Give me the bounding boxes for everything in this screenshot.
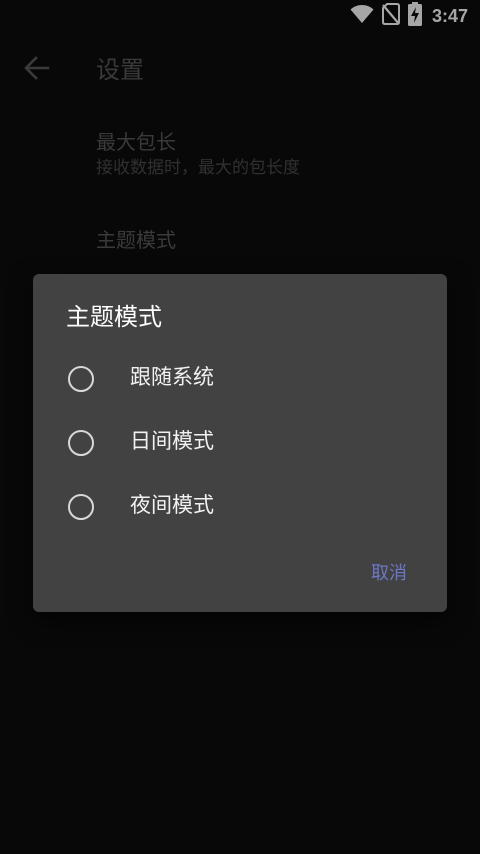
theme-mode-dialog: 主题模式 跟随系统 日间模式 夜间模式 取消 bbox=[33, 274, 447, 612]
option-label: 日间模式 bbox=[130, 429, 214, 453]
option-day-mode[interactable]: 日间模式 bbox=[33, 415, 447, 471]
settings-screen: 3:47 设置 最大包长 接收数据时，最大的包长度 主题模式 主题模式 跟随系统 bbox=[0, 0, 480, 854]
radio-button[interactable] bbox=[68, 494, 94, 520]
option-follow-system[interactable]: 跟随系统 bbox=[33, 351, 447, 407]
dialog-title: 主题模式 bbox=[66, 303, 162, 331]
radio-button[interactable] bbox=[68, 430, 94, 456]
option-label: 跟随系统 bbox=[130, 365, 214, 389]
cancel-button[interactable]: 取消 bbox=[361, 552, 417, 592]
option-label: 夜间模式 bbox=[130, 493, 214, 517]
option-night-mode[interactable]: 夜间模式 bbox=[33, 479, 447, 535]
radio-button[interactable] bbox=[68, 366, 94, 392]
